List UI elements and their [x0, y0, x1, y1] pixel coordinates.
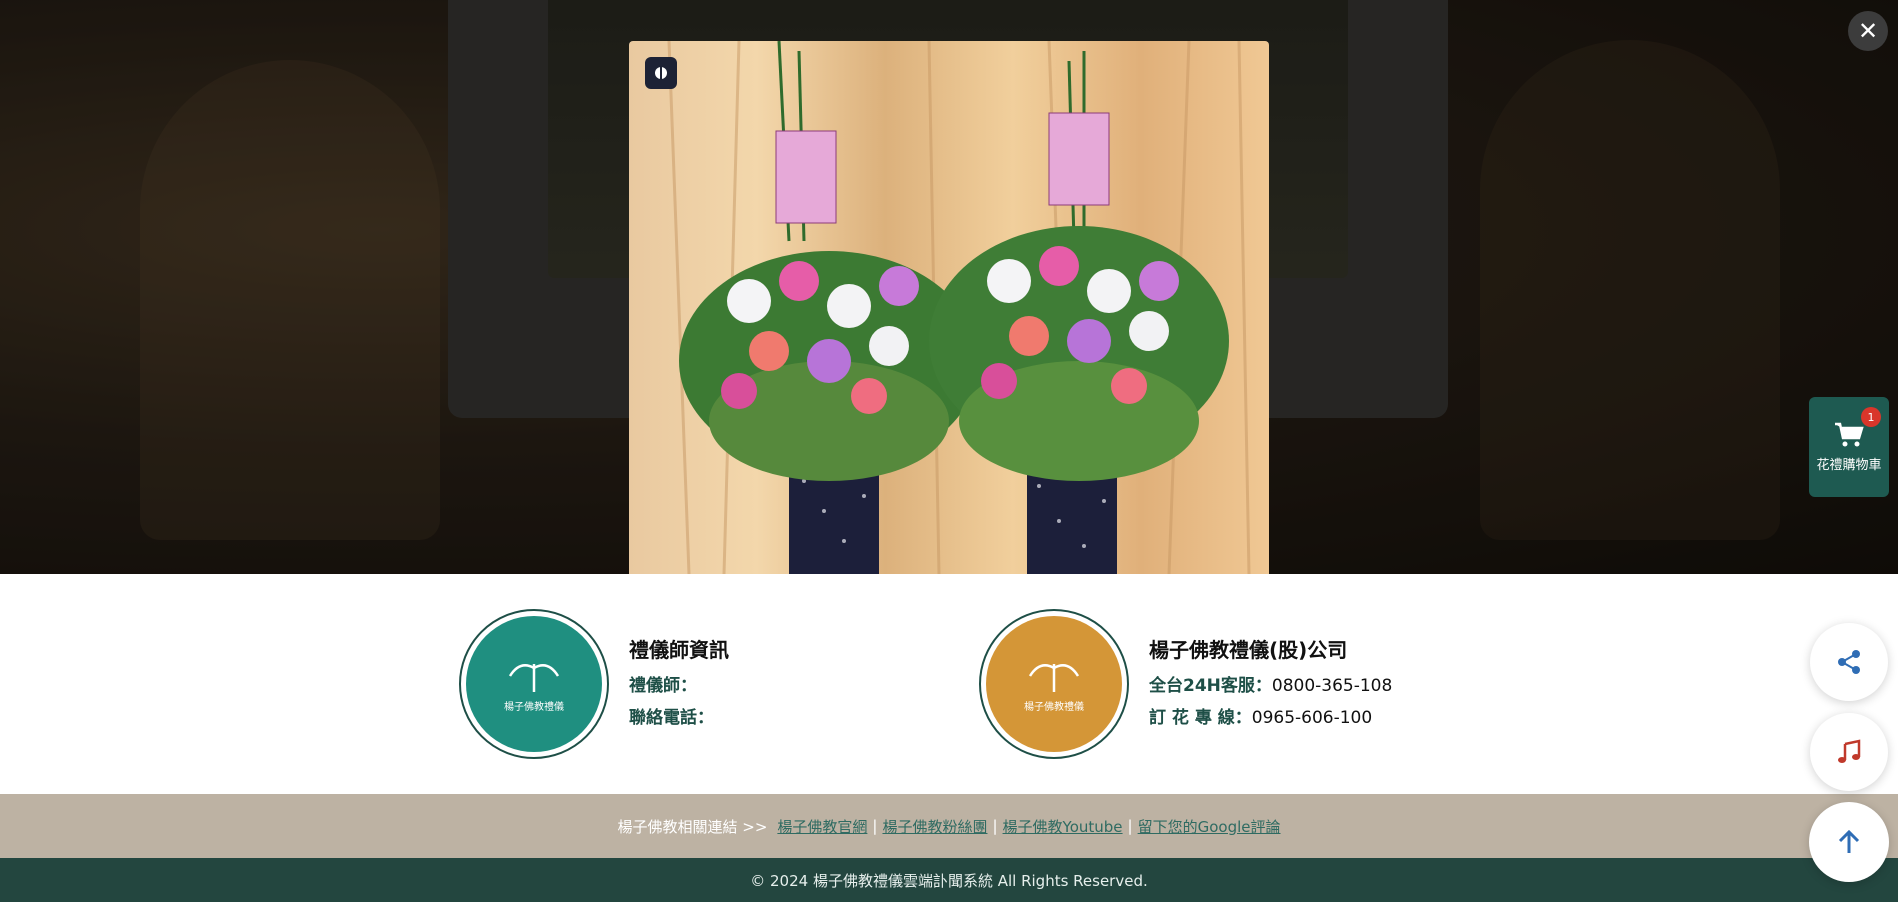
service-phone-row: 全台24H客服：0800-365-108	[1149, 676, 1393, 696]
related-links-bar: 楊子佛教相關連結 >> 楊子佛教官網 | 楊子佛教粉絲團 | 楊子佛教Youtu…	[0, 794, 1898, 858]
order-phone-row: 訂 花 專 線：0965-606-100	[1149, 708, 1373, 728]
links-prefix: 楊子佛教相關連結 >>	[617, 817, 768, 836]
music-note-icon	[1838, 739, 1861, 763]
officiant-name-row: 禮儀師：	[629, 676, 697, 696]
lightbox-image	[629, 41, 1269, 574]
order-phone-value[interactable]: 0965-606-100	[1252, 708, 1372, 728]
service-phone-value[interactable]: 0800-365-108	[1272, 676, 1392, 696]
company-logo: 楊子佛教禮儀	[979, 609, 1129, 759]
cart-icon	[1835, 422, 1864, 446]
logo-mark-icon	[1028, 663, 1080, 692]
logo-mark-icon	[508, 663, 560, 692]
view-toggle-button[interactable]	[645, 57, 677, 89]
youtube-link[interactable]: 楊子佛教Youtube	[1003, 816, 1123, 837]
share-button[interactable]	[1810, 623, 1888, 701]
company-title: 楊子佛教禮儀(股)公司	[1149, 638, 1348, 662]
info-section: 楊子佛教禮儀 禮儀師資訊 禮儀師： 聯絡電話： 楊子佛教禮儀 楊子佛教禮儀(股)…	[0, 574, 1898, 794]
close-icon: ✕	[1857, 17, 1879, 45]
share-icon	[1838, 650, 1860, 674]
copyright: © 2024 楊子佛教禮儀雲端訃聞系統 All Rights Reserved.	[0, 858, 1898, 902]
officiant-phone-row: 聯絡電話：	[629, 708, 714, 728]
google-review-link[interactable]: 留下您的Google評論	[1138, 816, 1281, 837]
cart-label: 花禮購物車	[1816, 457, 1882, 473]
music-button[interactable]	[1810, 713, 1888, 791]
arrow-up-icon	[1838, 829, 1860, 853]
fan-page-link[interactable]: 楊子佛教粉絲團	[882, 816, 987, 837]
cart-count-badge: 1	[1861, 407, 1881, 427]
official-site-link[interactable]: 楊子佛教官網	[777, 816, 867, 837]
back-to-top-button[interactable]	[1809, 802, 1889, 882]
flower-cart-button[interactable]: 1 花禮購物車	[1809, 397, 1889, 497]
officiant-logo: 楊子佛教禮儀	[459, 609, 609, 759]
flower-stands-photo	[629, 41, 1269, 574]
expand-icon	[655, 67, 667, 79]
officiant-title: 禮儀師資訊	[629, 638, 729, 662]
close-lightbox-button[interactable]: ✕	[1848, 11, 1888, 51]
